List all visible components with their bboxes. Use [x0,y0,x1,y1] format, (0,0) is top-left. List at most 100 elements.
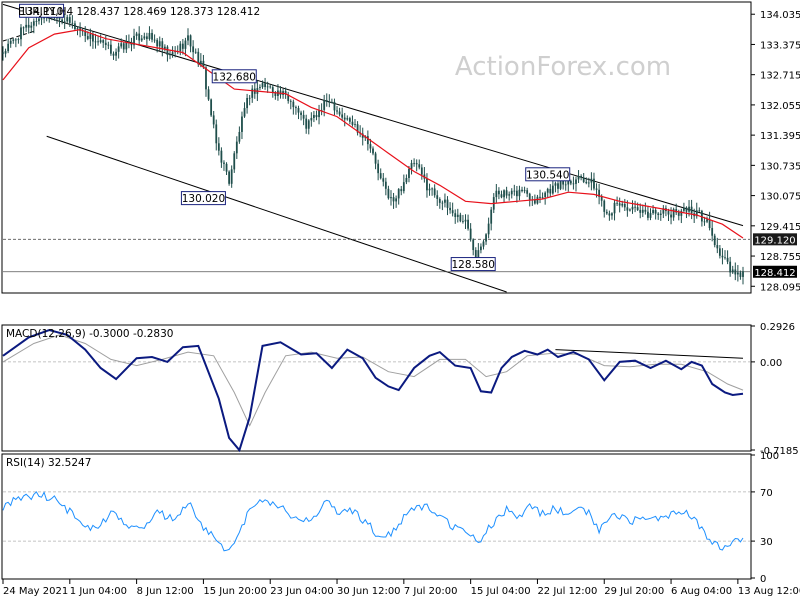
candle-body [564,184,567,186]
time-tick-label: 24 May 2021 [3,586,68,597]
candle-body [444,199,446,203]
candle-body [605,211,608,214]
candle-body [690,206,693,214]
candle-body [585,181,588,184]
candle-body [513,190,516,192]
candle-body [40,18,43,20]
chart-canvas: ActionForex.com 134.110132.680130.020128… [1,1,800,597]
candle-body [225,163,228,172]
candle-body [729,261,732,273]
candle-body [246,98,248,109]
candle-body [61,19,63,22]
candle-body [305,118,308,129]
candle-body [713,235,716,246]
candle-body [472,239,475,251]
candle-body [382,178,385,182]
candle-body [485,234,487,242]
time-tick-label: 15 Jul 04:00 [471,586,531,597]
candle-body [346,118,349,120]
candle-body [469,228,472,240]
time-tick-label: 6 Aug 04:00 [671,586,732,597]
candle-body [384,181,387,189]
candle-body [654,210,657,214]
candle-body [243,108,246,117]
candle-body [554,183,557,186]
time-tick-label: 29 Jul 20:00 [604,586,664,597]
candle-body [575,179,577,184]
candle-body [456,214,459,217]
candle-body [670,214,672,218]
candle-body [433,188,436,196]
candle-body [390,197,392,199]
price-plot-area [1,1,752,294]
candle-body [582,177,585,182]
price-tick-label: 132.055 [760,101,800,112]
candle-body [145,36,148,40]
candle-body [17,39,20,41]
candle-body [546,188,549,193]
candle-body [402,182,405,192]
candle-body [140,38,143,41]
price-annotation: 130.540 [525,167,571,182]
candle-body [639,209,642,213]
time-tick-label: 23 Jun 04:00 [270,586,334,597]
candle-body [480,246,482,251]
candle-body [580,176,583,178]
candle-body [716,245,719,249]
candle-body [35,21,38,22]
candle-body [523,190,526,192]
candle-body [89,33,92,39]
price-tick-label: 128.755 [760,252,800,263]
candle-body [647,211,649,218]
candle-body [156,39,159,47]
candle-body [464,219,467,222]
candle-body [76,28,79,30]
rsi-tick-label: 100 [760,451,779,462]
candle-body [251,88,254,98]
rsi-tick-label: 0 [760,574,766,585]
candle-body [313,115,315,118]
candle-body [210,99,213,116]
candle-body [688,206,690,212]
rsi-panel: RSI(14) 32.5247 100 70 30 0 [1,451,779,585]
macd-tick-label: 0.2926 [760,322,795,333]
candle-body [449,207,451,211]
candle-body [451,210,454,214]
candle-body [310,117,313,121]
candle-body [223,162,225,164]
candle-body [708,219,711,229]
candle-body [292,101,295,108]
candle-body [629,209,631,211]
candle-body [649,213,652,218]
candle-body [567,181,570,185]
price-marker-tag: 129.120 [753,233,797,246]
candle-body [307,120,310,129]
candle-body [74,23,76,30]
candle-body [734,269,737,275]
candle-body [233,153,236,170]
price-marker-label: 128.412 [754,268,795,279]
candle-body [718,248,721,256]
candle-body [377,163,380,174]
candle-body [184,40,187,49]
candle-body [99,40,102,43]
price-tick-label: 131.395 [760,131,800,142]
candle-body [559,180,562,189]
candle-body [623,203,626,208]
price-tick-label: 128.095 [760,282,800,293]
candle-body [374,153,377,164]
candle-body [171,52,174,55]
candle-body [400,189,403,192]
time-axis: 24 May 2021 1 Jun 04:00 8 Jun 12:00 15 Jun … [2,579,800,597]
price-panel-title: EURJPY,H4 128.437 128.469 128.373 128.41… [18,6,260,18]
candle-body [158,41,161,47]
candle-body [462,221,464,222]
candle-body [4,51,7,54]
candle-body [230,169,233,184]
candle-body [212,115,215,125]
candle-body [508,194,511,196]
candle-body [199,60,202,65]
price-tick-label: 134.035 [760,10,800,21]
candle-body [721,255,724,258]
candle-body [20,27,22,40]
